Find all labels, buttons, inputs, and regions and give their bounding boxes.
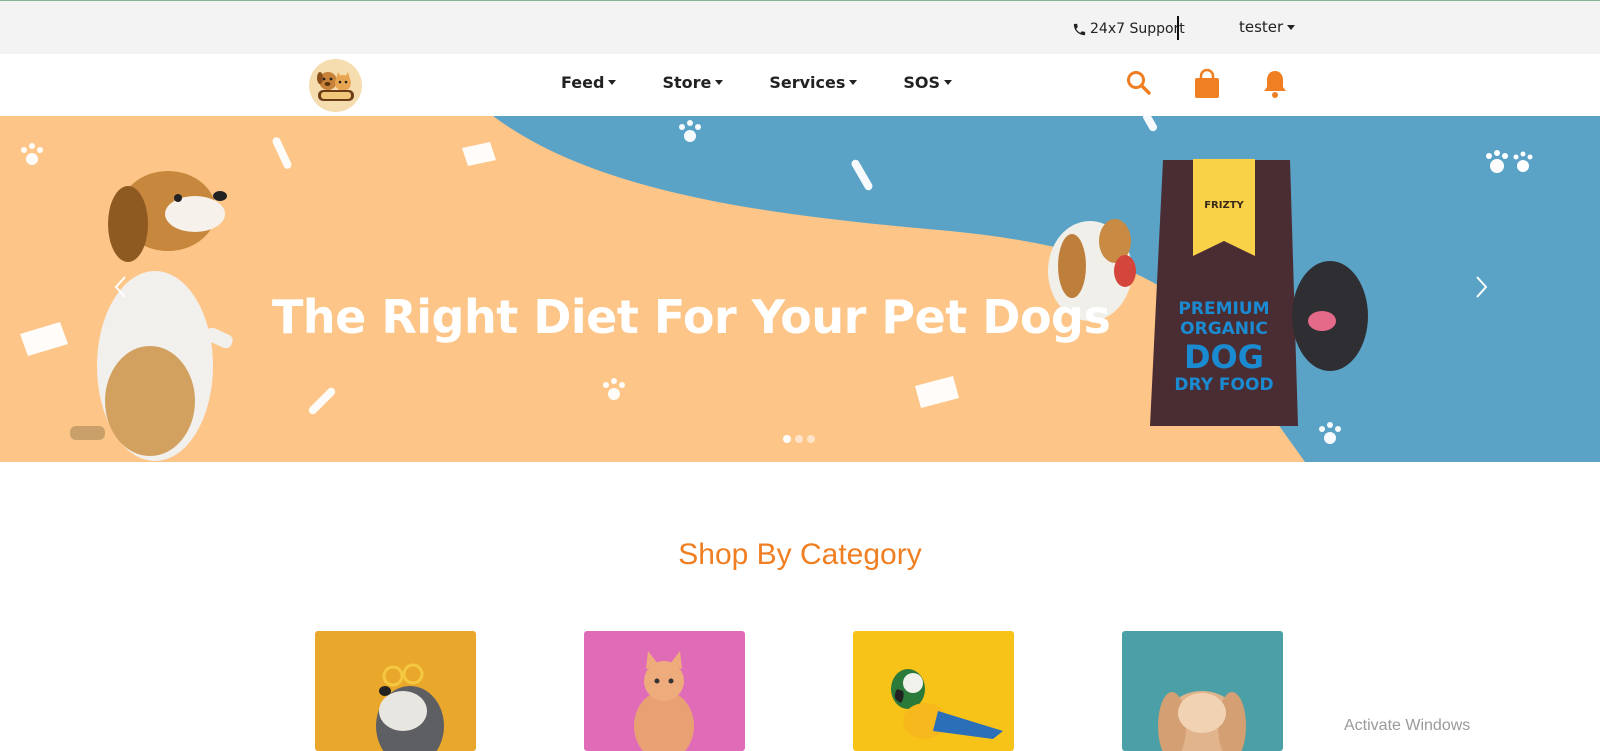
divider [1177,16,1179,40]
carousel-indicators [783,435,819,443]
nav-item-label: SOS [903,73,941,92]
bag-line-4: DRY FOOD [1174,374,1274,395]
rabbit-icon [1158,691,1246,751]
logo-graphic [317,72,354,101]
pet-shop-logo[interactable] [309,59,362,112]
caret-down-icon [944,80,953,85]
shop-by-category-title: Shop By Category [678,538,922,571]
user-menu[interactable]: tester [1239,18,1296,36]
carousel-dot-3[interactable] [807,435,815,443]
hero-carousel[interactable]: FRIZTY PREMIUM ORGANIC DOG DRY FOOD The … [0,116,1600,462]
carousel-next-button[interactable] [1471,272,1491,302]
nav-item-sos[interactable]: SOS [903,73,953,92]
kitten-icon [634,651,694,751]
top-utility-bar: 24x7 Support tester [0,0,1600,54]
nav-item-store[interactable]: Store [662,73,724,92]
dog-with-glasses-icon [376,663,444,751]
carousel-prev-button[interactable] [111,272,131,302]
shopping-bag-icon [1195,68,1219,98]
bell-icon [1264,71,1286,98]
category-card-small-pets[interactable] [1122,631,1283,751]
bag-brand: FRIZTY [1204,200,1244,211]
phone-icon [1073,23,1086,35]
macaw-parrot-icon [891,669,1003,739]
main-navbar: Feed Store Services SOS [0,54,1600,116]
chevron-right-icon [1476,276,1488,298]
bag-text: PREMIUM ORGANIC DOG DRY FOOD [1150,299,1298,395]
carousel-dot-1[interactable] [783,435,791,443]
user-name: tester [1239,18,1284,36]
beagle-dog-illustration [70,171,233,461]
category-card-dogs[interactable] [315,631,476,751]
category-card-birds[interactable] [853,631,1014,751]
carousel-dot-2[interactable] [795,435,803,443]
category-card-cats[interactable] [584,631,745,751]
dogs-love-badge [1486,150,1533,173]
notifications-button[interactable] [1260,68,1290,104]
caret-down-icon [608,80,617,85]
bag-line-2: ORGANIC [1180,319,1268,340]
hero-background [20,116,1600,462]
nav-item-label: Services [769,73,846,92]
search-button[interactable] [1124,68,1154,102]
nav-item-services[interactable]: Services [769,73,858,92]
caret-down-icon [1287,24,1296,30]
search-icon [1127,71,1151,95]
bag-line-1: PREMIUM [1178,299,1270,319]
bag-line-3: DOG [1183,337,1265,376]
caret-down-icon [849,80,858,85]
nav-item-label: Feed [561,73,605,92]
primary-nav: Feed Store Services SOS [561,73,953,92]
activate-windows-watermark: Activate Windows [1344,717,1471,734]
cart-button[interactable] [1192,68,1222,104]
nav-item-label: Store [662,73,712,92]
chevron-left-icon [114,276,126,298]
hero-title: The Right Diet For Your Pet Dogs [272,290,1111,344]
support-label: 24x7 Support [1090,21,1185,37]
support-link[interactable]: 24x7 Support [1072,18,1185,40]
caret-down-icon [715,80,724,85]
nav-item-feed[interactable]: Feed [561,73,617,92]
